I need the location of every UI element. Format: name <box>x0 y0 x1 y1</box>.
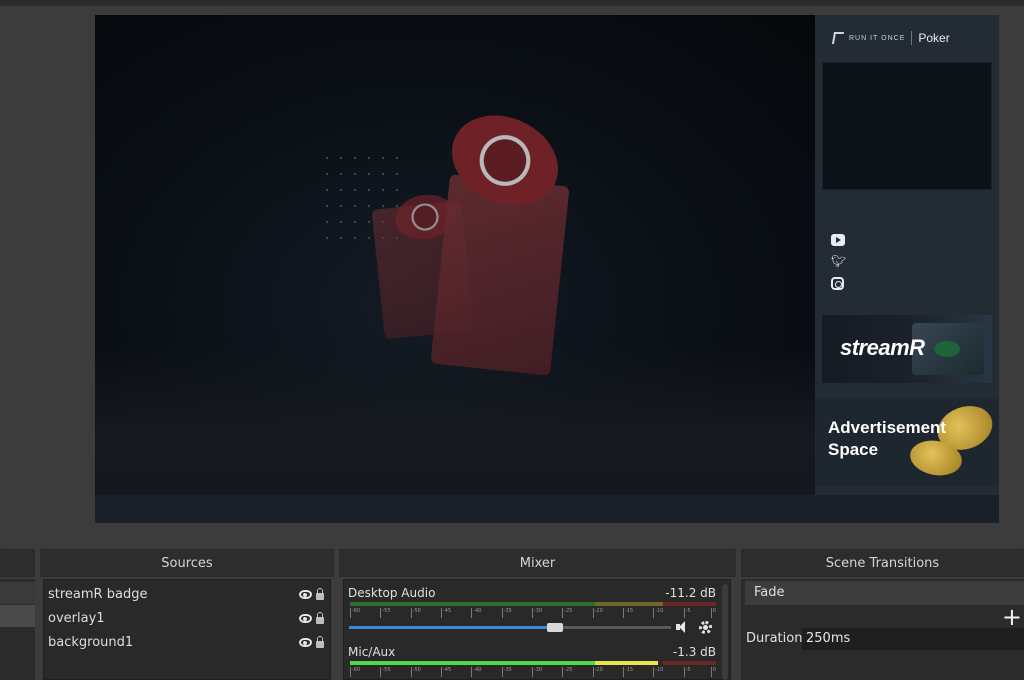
source-name: background1 <box>48 635 134 650</box>
tick-label: -60 <box>350 667 360 677</box>
mic-aux-label: Mic/Aux <box>348 645 396 659</box>
scenes-dock-title <box>0 549 35 577</box>
visibility-eye-icon[interactable] <box>299 614 312 623</box>
tick-label: -60 <box>350 608 360 618</box>
tick-label: -35 <box>501 667 512 677</box>
streamr-logo-r: R <box>909 335 925 360</box>
meter-level-yellow <box>595 661 658 665</box>
tick-label: -55 <box>380 667 391 677</box>
streamr-badge: streamR <box>822 315 992 383</box>
tick-label: -10 <box>653 608 663 618</box>
meter-level-green <box>350 661 595 665</box>
desktop-audio-label: Desktop Audio <box>348 586 436 600</box>
tick-label: -15 <box>622 667 633 677</box>
audio-mixer: Desktop Audio -11.2 dB -60 -55 -50 -45 -… <box>343 579 731 680</box>
twitter-icon: 🐦︎ <box>831 254 847 268</box>
webcam-placeholder <box>822 62 992 190</box>
tick-label: -35 <box>501 608 512 618</box>
scene-item[interactable] <box>0 582 35 604</box>
tick-label: -20 <box>592 667 603 677</box>
playing-card-front <box>430 174 570 376</box>
sources-dock-title: Sources <box>40 549 334 577</box>
source-item[interactable]: overlay1 <box>44 607 330 630</box>
transitions-dock-title: Scene Transitions <box>741 549 1024 577</box>
duration-label: Duration <box>746 631 803 646</box>
source-item[interactable]: background1 <box>44 631 330 654</box>
tick-label: -50 <box>410 608 421 618</box>
tick-label: -5 <box>683 667 691 677</box>
scene-item-selected[interactable] <box>0 605 35 627</box>
tick-label: -15 <box>622 608 633 618</box>
meter-red-zone <box>663 602 716 606</box>
scene-bottom-bar <box>95 495 999 523</box>
lock-icon[interactable] <box>316 635 324 648</box>
crown-logo-icon <box>831 32 845 44</box>
mixer-dock-title: Mixer <box>339 549 736 577</box>
volume-slider-fill <box>349 626 555 629</box>
tick-label: -30 <box>531 667 542 677</box>
youtube-icon <box>831 234 845 246</box>
brand-logo: RUN IT ONCE Poker <box>831 31 950 45</box>
gear-icon[interactable] <box>699 621 712 634</box>
brand-separator <box>911 31 913 45</box>
mic-aux-meter <box>350 661 716 665</box>
lock-icon[interactable] <box>316 611 324 624</box>
meter-green-zone <box>350 602 595 606</box>
mixer-scrollbar[interactable] <box>722 584 728 680</box>
desktop-audio-db: -11.2 dB <box>665 586 716 600</box>
tick-label: -5 <box>683 608 691 618</box>
ad-line-2: Space <box>828 440 879 459</box>
ad-line-1: Advertisement <box>828 418 947 437</box>
preview-canvas[interactable]: RUN IT ONCE Poker 🐦︎ streamR Advertiseme… <box>95 15 999 523</box>
mic-aux-db: -1.3 dB <box>672 645 716 659</box>
tick-label: -50 <box>410 667 421 677</box>
brand-poker-label: Poker <box>918 31 950 45</box>
tick-label: -10 <box>653 667 663 677</box>
instagram-icon <box>831 277 844 290</box>
streamr-logo-text: streamR <box>840 335 925 361</box>
streamr-logo-word: stream <box>840 335 910 360</box>
desktop-audio-ticks: -60 -55 -50 -45 -40 -35 -30 -25 -20 -15 … <box>350 608 716 618</box>
obs-window: RUN IT ONCE Poker 🐦︎ streamR Advertiseme… <box>0 0 1024 680</box>
add-transition-button[interactable]: + <box>1002 603 1022 631</box>
tick-label: -40 <box>471 667 481 677</box>
advertisement-space: Advertisement Space <box>815 399 999 485</box>
tick-label: 0 <box>710 667 716 677</box>
mic-aux-ticks: -60 -55 -50 -45 -40 -35 -30 -25 -20 -15 … <box>350 667 716 677</box>
tick-label: -45 <box>440 608 451 618</box>
transition-select[interactable]: Fade <box>745 581 1024 605</box>
tick-label: -45 <box>440 667 451 677</box>
tick-label: 0 <box>710 608 716 618</box>
scene-transitions-panel: Fade + Duration 250ms <box>741 579 1024 680</box>
visibility-eye-icon[interactable] <box>299 590 312 599</box>
speaker-icon[interactable] <box>676 621 690 633</box>
visibility-eye-icon[interactable] <box>299 638 312 647</box>
sources-list: streamR badge overlay1 background1 <box>43 579 331 680</box>
tick-label: -25 <box>562 667 572 677</box>
brand-name-small: RUN IT ONCE <box>849 34 906 42</box>
source-item[interactable]: streamR badge <box>44 583 330 606</box>
lock-icon[interactable] <box>316 587 324 600</box>
advertisement-text: Advertisement Space <box>828 417 968 461</box>
meter-red-zone <box>663 661 716 665</box>
tick-label: -40 <box>471 608 481 618</box>
tick-label: -20 <box>592 608 603 618</box>
desktop-audio-volume-slider[interactable] <box>349 623 671 632</box>
desktop-audio-meter <box>350 602 716 606</box>
tick-label: -55 <box>380 608 391 618</box>
volume-slider-handle[interactable] <box>547 623 563 632</box>
tick-label: -30 <box>531 608 542 618</box>
scene-floor <box>95 345 815 495</box>
top-bar <box>0 0 1024 6</box>
source-name: overlay1 <box>48 611 105 626</box>
duration-input[interactable]: 250ms <box>802 628 1024 650</box>
scenes-list <box>0 579 35 680</box>
overlay-sidebar: RUN IT ONCE Poker 🐦︎ streamR Advertiseme… <box>815 15 999 495</box>
tick-label: -25 <box>562 608 572 618</box>
meter-yellow-zone <box>595 602 663 606</box>
source-name: streamR badge <box>48 587 148 602</box>
